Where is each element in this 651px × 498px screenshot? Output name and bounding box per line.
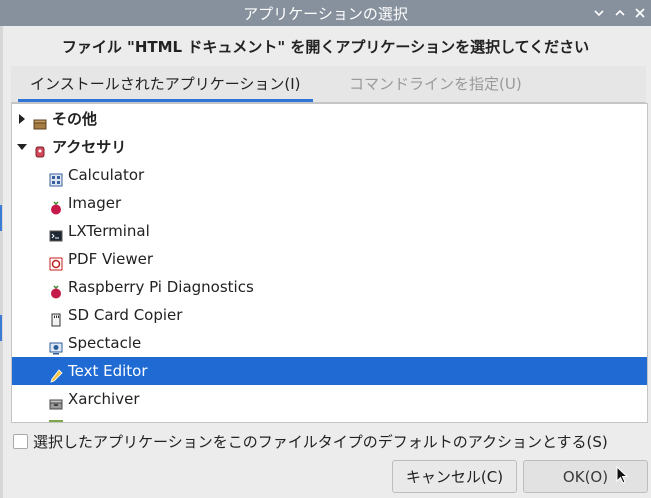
default-action-checkbox[interactable] bbox=[13, 434, 28, 449]
app-label: LXTerminal bbox=[68, 222, 150, 240]
tree-item-xarchiver[interactable]: Xarchiver bbox=[12, 385, 647, 413]
tree-item-text-editor[interactable]: Text Editor bbox=[12, 357, 647, 385]
box-icon bbox=[33, 112, 47, 130]
screenshot-icon bbox=[49, 336, 63, 355]
background-window-edge bbox=[0, 205, 2, 231]
tree-item-rpi-diagnostics[interactable]: Raspberry Pi Diagnostics bbox=[12, 273, 647, 301]
app-label: SD Card Copier bbox=[68, 306, 183, 324]
window-title: アプリケーションの選択 bbox=[243, 5, 408, 23]
app-label: Text Editor bbox=[68, 362, 148, 380]
app-label: Xarchiver bbox=[68, 390, 140, 408]
app-label: PDF Viewer bbox=[68, 250, 153, 268]
close-icon[interactable] bbox=[633, 6, 647, 20]
pdf-icon bbox=[49, 252, 63, 271]
window-left-edge bbox=[0, 26, 3, 498]
app-label: Spectacle bbox=[68, 334, 142, 352]
pencil-icon bbox=[49, 364, 63, 383]
tree-item-lxterminal[interactable]: LXTerminal bbox=[12, 217, 647, 245]
raspberry-icon bbox=[49, 196, 63, 215]
title-bar[interactable]: アプリケーションの選択 bbox=[0, 0, 651, 26]
tree-item-partial bbox=[12, 413, 647, 422]
app-label: Raspberry Pi Diagnostics bbox=[68, 278, 254, 296]
minimize-icon[interactable] bbox=[592, 6, 606, 20]
calculator-icon bbox=[49, 168, 63, 187]
terminal-icon bbox=[49, 224, 63, 242]
dialog-heading: ファイル "HTML ドキュメント" を開くアプリケーションを選択してください bbox=[61, 38, 590, 56]
accessories-icon bbox=[33, 140, 47, 158]
default-action-label[interactable]: 選択したアプリケーションをこのファイルタイプのデフォルトのアクションとする(S) bbox=[33, 431, 608, 452]
raspberry-icon bbox=[49, 280, 63, 299]
tree-item-imager[interactable]: Imager bbox=[12, 189, 647, 217]
tree-item-sd-card-copier[interactable]: SD Card Copier bbox=[12, 301, 647, 329]
app-label: Imager bbox=[68, 194, 122, 212]
cancel-button[interactable]: キャンセル(C) bbox=[392, 460, 517, 493]
background-window-edge bbox=[0, 315, 2, 341]
maximize-icon[interactable] bbox=[613, 6, 627, 20]
mouse-cursor-icon bbox=[616, 465, 630, 490]
application-tree[interactable]: その他 アクセサリ Calculator Imager LXTerminal P… bbox=[11, 103, 648, 423]
expander-collapsed-icon[interactable] bbox=[16, 105, 28, 133]
tab-installed-apps[interactable]: インストールされたアプリケーション(I) bbox=[18, 66, 313, 102]
app-icon bbox=[49, 420, 63, 422]
tree-category-accessories[interactable]: アクセサリ bbox=[12, 133, 647, 161]
archive-icon bbox=[49, 392, 63, 410]
category-label: その他 bbox=[52, 110, 98, 128]
sdcard-icon bbox=[49, 308, 63, 327]
tree-item-spectacle[interactable]: Spectacle bbox=[12, 329, 647, 357]
tree-item-pdf-viewer[interactable]: PDF Viewer bbox=[12, 245, 647, 273]
expander-expanded-icon[interactable] bbox=[16, 133, 28, 161]
tab-custom-command[interactable]: コマンドラインを指定(U) bbox=[337, 66, 534, 102]
tab-bar: インストールされたアプリケーション(I) コマンドラインを指定(U) bbox=[11, 66, 646, 103]
tree-item-calculator[interactable]: Calculator bbox=[12, 161, 647, 189]
tree-category-other[interactable]: その他 bbox=[12, 105, 647, 133]
category-label: アクセサリ bbox=[52, 138, 127, 156]
app-label: Calculator bbox=[68, 166, 145, 184]
